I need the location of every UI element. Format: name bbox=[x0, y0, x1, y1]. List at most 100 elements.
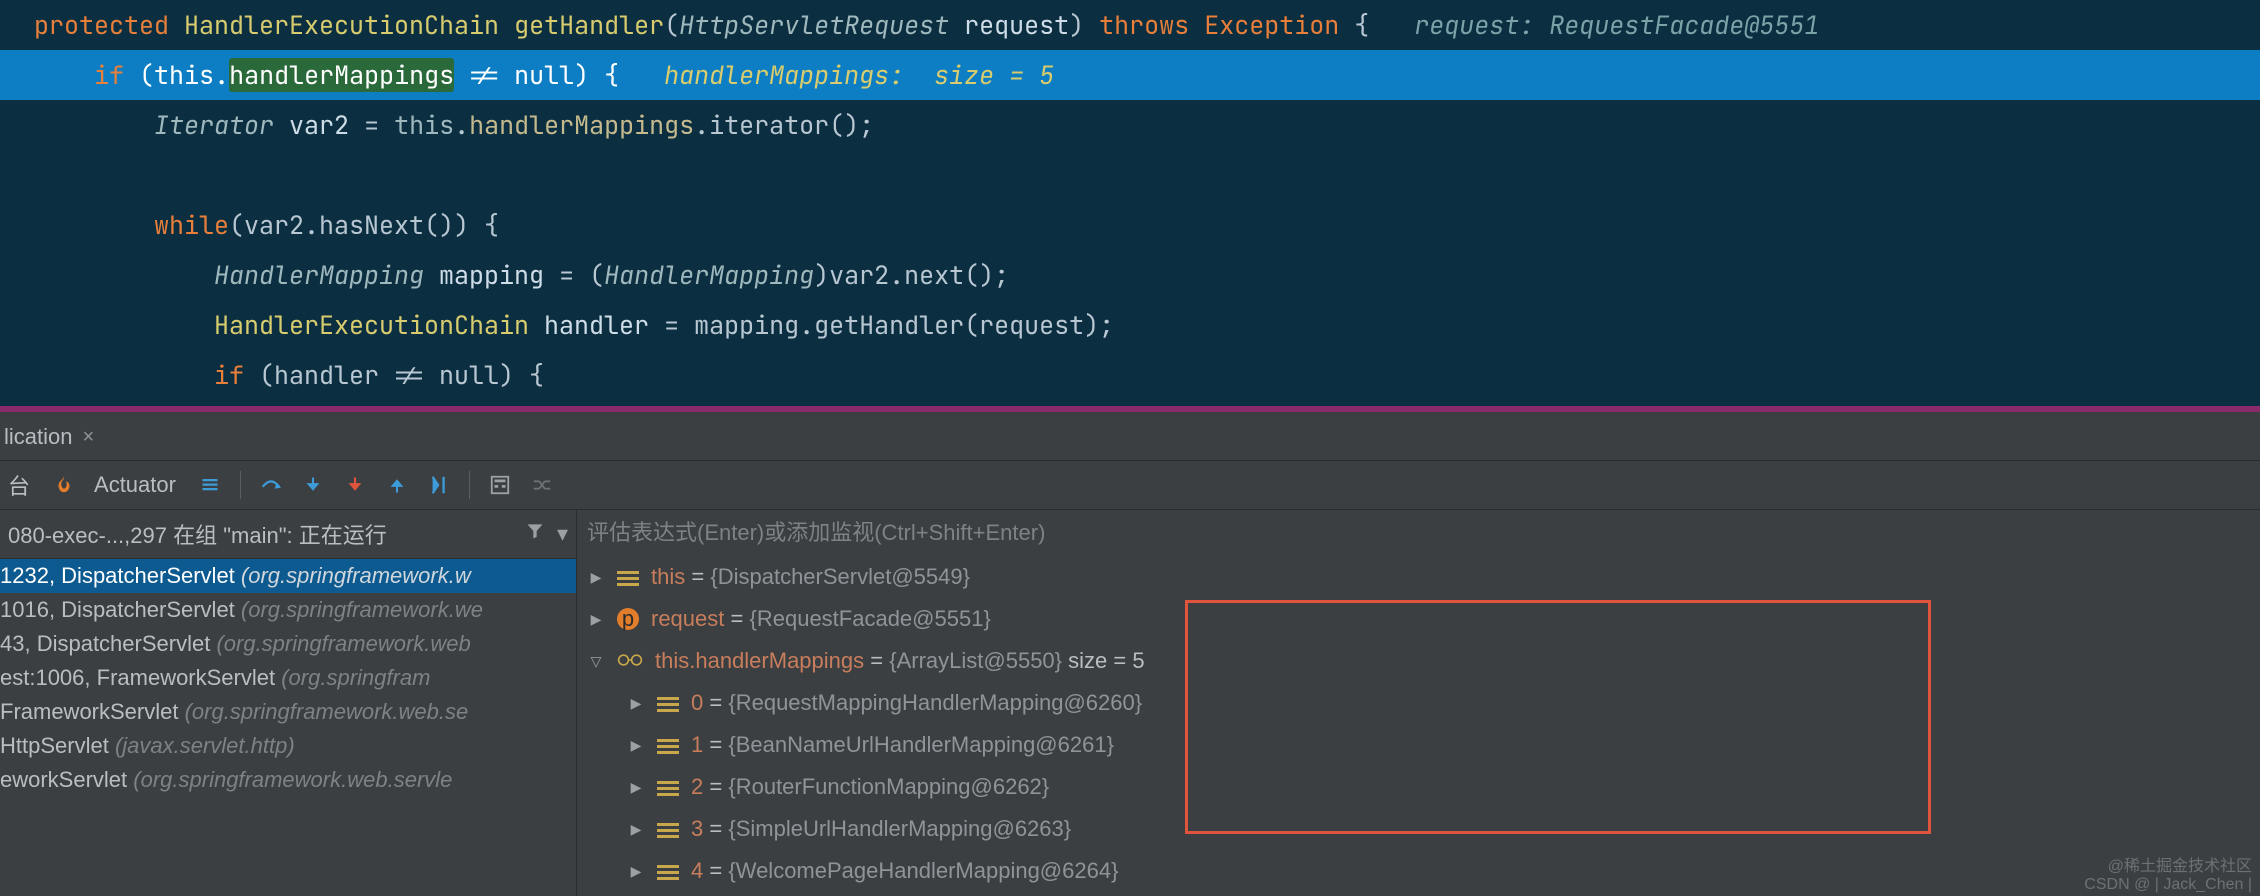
stack-frame-row[interactable]: HttpServlet (javax.servlet.http) bbox=[0, 729, 576, 763]
stack-frame-row[interactable]: FrameworkServlet (org.springframework.we… bbox=[0, 695, 576, 729]
console-tab-label[interactable]: 台 bbox=[8, 469, 30, 501]
stack-frame-row[interactable]: 43, DispatcherServlet (org.springframewo… bbox=[0, 627, 576, 661]
var-value: {RequestFacade@5551} bbox=[750, 606, 991, 631]
stack-frame-row[interactable]: eworkServlet (org.springframework.web.se… bbox=[0, 763, 576, 797]
return-type: HandlerExecutionChain bbox=[184, 8, 499, 42]
evaluate-expression-icon[interactable] bbox=[488, 473, 512, 497]
evaluate-input-placeholder[interactable]: 评估表达式(Enter)或添加监视(Ctrl+Shift+Enter) bbox=[577, 510, 2260, 556]
var-value: {SimpleUrlHandlerMapping@6263} bbox=[728, 816, 1071, 841]
expand-arrow-icon[interactable]: ▶ bbox=[627, 863, 645, 880]
debug-panels: 080-exec-...,297 在组 "main": 正在运行 ▾ 1232,… bbox=[0, 510, 2260, 896]
param-type: HttpServletRequest bbox=[679, 8, 949, 42]
var-index: 3 bbox=[691, 816, 703, 841]
run-to-cursor-icon[interactable] bbox=[427, 473, 451, 497]
code-line: protected HandlerExecutionChain getHandl… bbox=[0, 0, 2260, 50]
code-line bbox=[0, 150, 2260, 200]
close-icon[interactable]: × bbox=[82, 426, 94, 449]
frame-package: (org.springframework.w bbox=[241, 563, 471, 588]
frame-method: 43, DispatcherServlet bbox=[0, 631, 216, 656]
var-value: {RouterFunctionMapping@6262} bbox=[728, 774, 1049, 799]
stack-frames-list[interactable]: 1232, DispatcherServlet (org.springframe… bbox=[0, 559, 576, 797]
inline-debug-hint: handlerMappings: size = 5 bbox=[664, 58, 1054, 92]
var-row-this[interactable]: ▶ this = {DispatcherServlet@5549} bbox=[587, 556, 2260, 598]
trace-current-stream-chain-icon[interactable] bbox=[530, 473, 554, 497]
current-exec-line: if (this.handlerMappings != null) { hand… bbox=[0, 50, 2260, 100]
stack-frame-row[interactable]: est:1006, FrameworkServlet (org.springfr… bbox=[0, 661, 576, 695]
actuator-icon[interactable] bbox=[52, 473, 76, 497]
step-into-icon[interactable] bbox=[301, 473, 325, 497]
collapse-arrow-icon[interactable]: ▽ bbox=[587, 653, 605, 670]
keyword: while bbox=[154, 208, 229, 242]
var-type: Iterator bbox=[154, 108, 274, 142]
var-row-array-item[interactable]: ▶0 = {RequestMappingHandlerMapping@6260} bbox=[627, 682, 2260, 724]
var-row-handlerMappings[interactable]: ▽ this.handlerMappings = {ArrayList@5550… bbox=[587, 640, 2260, 682]
var-value: {BeanNameUrlHandlerMapping@6261} bbox=[728, 732, 1114, 757]
var-value: {ArrayList@5550} bbox=[889, 648, 1062, 673]
code-line: Iterator var2 = this.handlerMappings.ite… bbox=[0, 100, 2260, 150]
threads-icon[interactable] bbox=[198, 473, 222, 497]
exception-type: Exception bbox=[1204, 8, 1339, 42]
expand-arrow-icon[interactable]: ▶ bbox=[627, 737, 645, 754]
keyword: if bbox=[94, 58, 124, 92]
var-row-array-item[interactable]: ▶1 = {BeanNameUrlHandlerMapping@6261} bbox=[627, 724, 2260, 766]
keyword: throws bbox=[1099, 8, 1189, 42]
debug-toolbar: 台 Actuator bbox=[0, 460, 2260, 510]
cond: != null) { bbox=[454, 58, 619, 92]
force-step-into-icon[interactable] bbox=[343, 473, 367, 497]
expand-arrow-icon[interactable]: ▶ bbox=[627, 695, 645, 712]
object-icon bbox=[657, 734, 679, 756]
op: = bbox=[349, 108, 394, 142]
expand-arrow-icon[interactable]: ▶ bbox=[627, 821, 645, 838]
expand-arrow-icon[interactable]: ▶ bbox=[587, 611, 605, 628]
filter-icon[interactable] bbox=[525, 521, 545, 547]
frame-method: 1232, DispatcherServlet bbox=[0, 563, 241, 588]
code-line: while(var2.hasNext()) { bbox=[0, 200, 2260, 250]
object-icon bbox=[657, 860, 679, 882]
frame-package: (org.springframework.web.se bbox=[185, 699, 469, 724]
step-over-icon[interactable] bbox=[259, 473, 283, 497]
var-row-array-item[interactable]: ▶3 = {SimpleUrlHandlerMapping@6263} bbox=[627, 808, 2260, 850]
debug-config-tab[interactable]: lication × bbox=[0, 424, 108, 460]
handler-mappings-list: ▶0 = {RequestMappingHandlerMapping@6260}… bbox=[587, 682, 2260, 892]
var-row-array-item[interactable]: ▶4 = {WelcomePageHandlerMapping@6264} bbox=[627, 850, 2260, 892]
var-size: size = 5 bbox=[1068, 648, 1144, 673]
chevron-down-icon[interactable]: ▾ bbox=[557, 521, 568, 547]
code-line: if (handler != null) { bbox=[0, 350, 2260, 400]
separator bbox=[469, 471, 470, 499]
var-row-array-item[interactable]: ▶2 = {RouterFunctionMapping@6262} bbox=[627, 766, 2260, 808]
var-row-request[interactable]: ▶ p request = {RequestFacade@5551} bbox=[587, 598, 2260, 640]
expand-arrow-icon[interactable]: ▶ bbox=[627, 779, 645, 796]
stack-frame-row[interactable]: 1232, DispatcherServlet (org.springframe… bbox=[0, 559, 576, 593]
var-name: this.handlerMappings bbox=[655, 648, 864, 673]
inline-debug-hint: request: RequestFacade@5551 bbox=[1414, 8, 1819, 42]
this-ref: this bbox=[154, 58, 214, 92]
code-editor[interactable]: protected HandlerExecutionChain getHandl… bbox=[0, 0, 2260, 406]
keyword: protected bbox=[34, 8, 169, 42]
object-icon bbox=[617, 566, 639, 588]
frame-method: FrameworkServlet bbox=[0, 699, 185, 724]
var-value: {WelcomePageHandlerMapping@6264} bbox=[728, 858, 1118, 883]
expand-arrow-icon[interactable]: ▶ bbox=[587, 569, 605, 586]
separator bbox=[240, 471, 241, 499]
watch-icon bbox=[617, 648, 643, 674]
frame-method: 1016, DispatcherServlet bbox=[0, 597, 241, 622]
stack-frame-row[interactable]: 1016, DispatcherServlet (org.springframe… bbox=[0, 593, 576, 627]
frame-package: (org.springframework.web.servle bbox=[133, 767, 452, 792]
frame-method: est:1006, FrameworkServlet bbox=[0, 665, 281, 690]
frame-method: eworkServlet bbox=[0, 767, 133, 792]
field-ref: handlerMappings bbox=[229, 58, 454, 92]
frames-panel[interactable]: 080-exec-...,297 在组 "main": 正在运行 ▾ 1232,… bbox=[0, 510, 577, 896]
variables-panel[interactable]: 评估表达式(Enter)或添加监视(Ctrl+Shift+Enter) ▶ th… bbox=[577, 510, 2260, 896]
variables-tree[interactable]: ▶ this = {DispatcherServlet@5549} ▶ p re… bbox=[577, 556, 2260, 892]
param-name: request bbox=[964, 8, 1069, 42]
keyword: if bbox=[214, 358, 244, 392]
actuator-label[interactable]: Actuator bbox=[94, 472, 176, 498]
var-name: request bbox=[651, 606, 724, 631]
frame-method: HttpServlet bbox=[0, 733, 115, 758]
thread-selector-row[interactable]: 080-exec-...,297 在组 "main": 正在运行 ▾ bbox=[0, 510, 576, 559]
object-icon bbox=[657, 692, 679, 714]
var-index: 2 bbox=[691, 774, 703, 799]
step-out-icon[interactable] bbox=[385, 473, 409, 497]
code-line: HandlerExecutionChain handler = mapping.… bbox=[0, 300, 2260, 350]
var-index: 4 bbox=[691, 858, 703, 883]
